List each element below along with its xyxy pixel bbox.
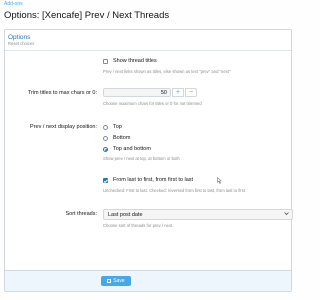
trim-hint: Choose maximum chars for titles or 0 for… xyxy=(103,101,202,106)
page-title: Options: [Xencafe] Prev / Next Threads xyxy=(4,10,170,21)
block-title: Options xyxy=(8,34,31,41)
chevron-down-icon xyxy=(284,210,289,220)
order-label: From last to first, from first to last xyxy=(113,177,194,183)
order-hint: Unchecked: First to last. Checked: rever… xyxy=(103,188,245,193)
position-radio-bottom[interactable] xyxy=(103,135,108,141)
position-option-top[interactable]: Top xyxy=(103,124,122,130)
form-footer: Save xyxy=(5,270,291,291)
position-label-both: Top and bottom xyxy=(113,146,151,152)
show-titles-checkbox[interactable] xyxy=(103,58,108,64)
trim-input[interactable]: 50 xyxy=(103,88,171,97)
position-radio-top[interactable] xyxy=(103,124,108,130)
order-checkbox[interactable] xyxy=(103,177,108,183)
mouse-pointer-icon xyxy=(217,177,222,184)
position-radio-both[interactable] xyxy=(103,146,108,152)
show-titles-label: Show thread titles xyxy=(113,58,157,64)
position-label: Prev / next display position: xyxy=(30,124,97,130)
show-titles-option[interactable]: Show thread titles xyxy=(103,58,157,64)
trim-label: Trim titles to max chars or 0: xyxy=(27,90,97,96)
sort-hint: Choose sort of threads for prev / next xyxy=(103,223,173,228)
reset-choices-link[interactable]: Reset choices xyxy=(8,41,291,47)
sort-label: Sort threads: xyxy=(65,211,98,217)
position-hint: Show prev / next at top, at bottom or bo… xyxy=(103,156,180,161)
increment-button[interactable]: + xyxy=(172,88,184,97)
decrement-button[interactable]: − xyxy=(185,88,197,97)
save-icon xyxy=(107,279,112,283)
position-label-top: Top xyxy=(113,124,122,130)
save-label: Save xyxy=(113,278,125,284)
breadcrumb[interactable]: Add-ons xyxy=(4,1,23,7)
position-option-bottom[interactable]: Bottom xyxy=(103,135,130,141)
sort-select-value: Last post date xyxy=(108,212,143,218)
save-button[interactable]: Save xyxy=(101,276,131,286)
show-titles-hint: Prev / next links shown as titles, else … xyxy=(103,69,231,74)
sort-select[interactable]: Last post date xyxy=(103,209,293,220)
order-option[interactable]: From last to first, from first to last xyxy=(103,177,193,183)
block-header: Options Reset choices xyxy=(5,30,291,51)
options-block: Options Reset choices Show thread titles… xyxy=(4,29,293,292)
position-label-bottom: Bottom xyxy=(113,135,131,141)
position-option-both[interactable]: Top and bottom xyxy=(103,146,151,152)
